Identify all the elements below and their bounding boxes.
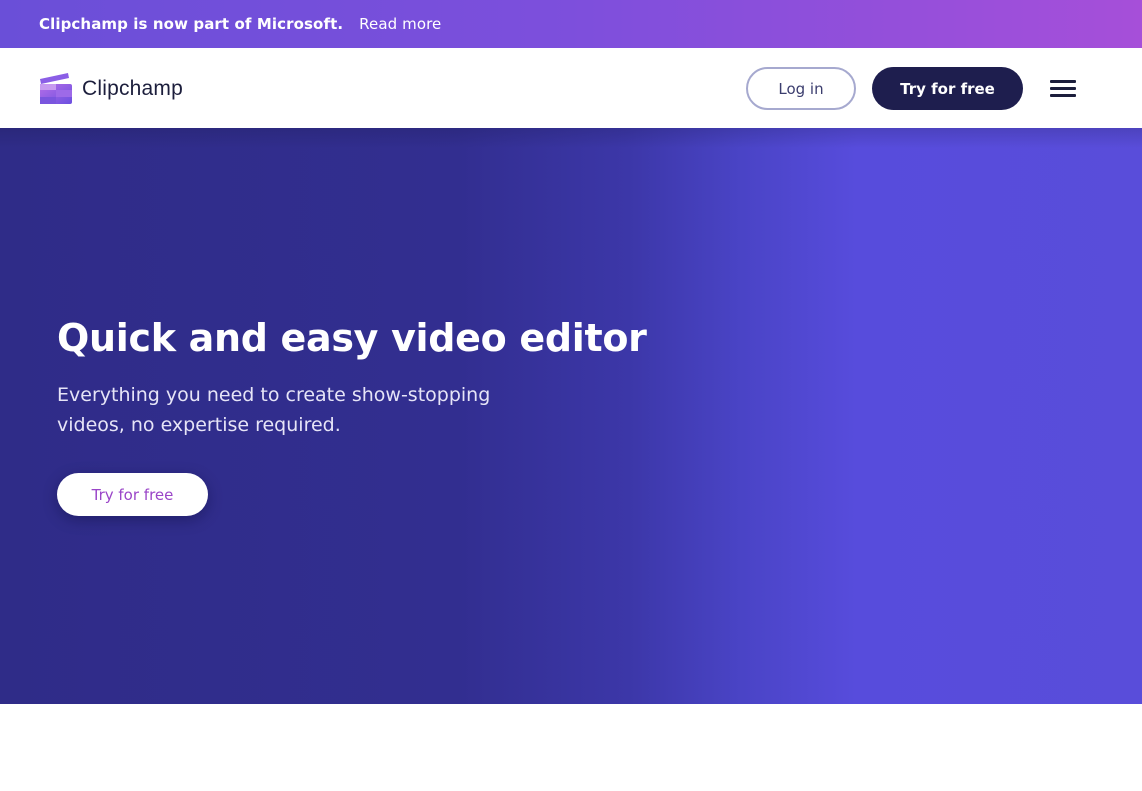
try-for-free-header-button[interactable]: Try for free (872, 67, 1023, 110)
site-header: Clipchamp Log in Try for free (0, 48, 1142, 128)
login-button[interactable]: Log in (746, 67, 856, 110)
clipchamp-logo[interactable]: Clipchamp (39, 72, 183, 105)
read-more-link[interactable]: Read more (359, 15, 441, 33)
hero-title: Quick and easy video editor (57, 316, 647, 360)
logo-text: Clipchamp (82, 76, 184, 100)
hero-section: Quick and easy video editor Everything y… (0, 128, 1142, 704)
announcement-bar: Clipchamp is now part of Microsoft. Read… (0, 0, 1142, 48)
try-for-free-hero-button[interactable]: Try for free (57, 473, 208, 516)
clipchamp-logo-icon (40, 73, 72, 104)
announcement-text: Clipchamp is now part of Microsoft. (39, 15, 344, 33)
header-shadow (0, 128, 1142, 148)
hamburger-menu-icon[interactable] (1047, 75, 1079, 101)
hero-subtitle: Everything you need to create show-stopp… (57, 384, 491, 436)
